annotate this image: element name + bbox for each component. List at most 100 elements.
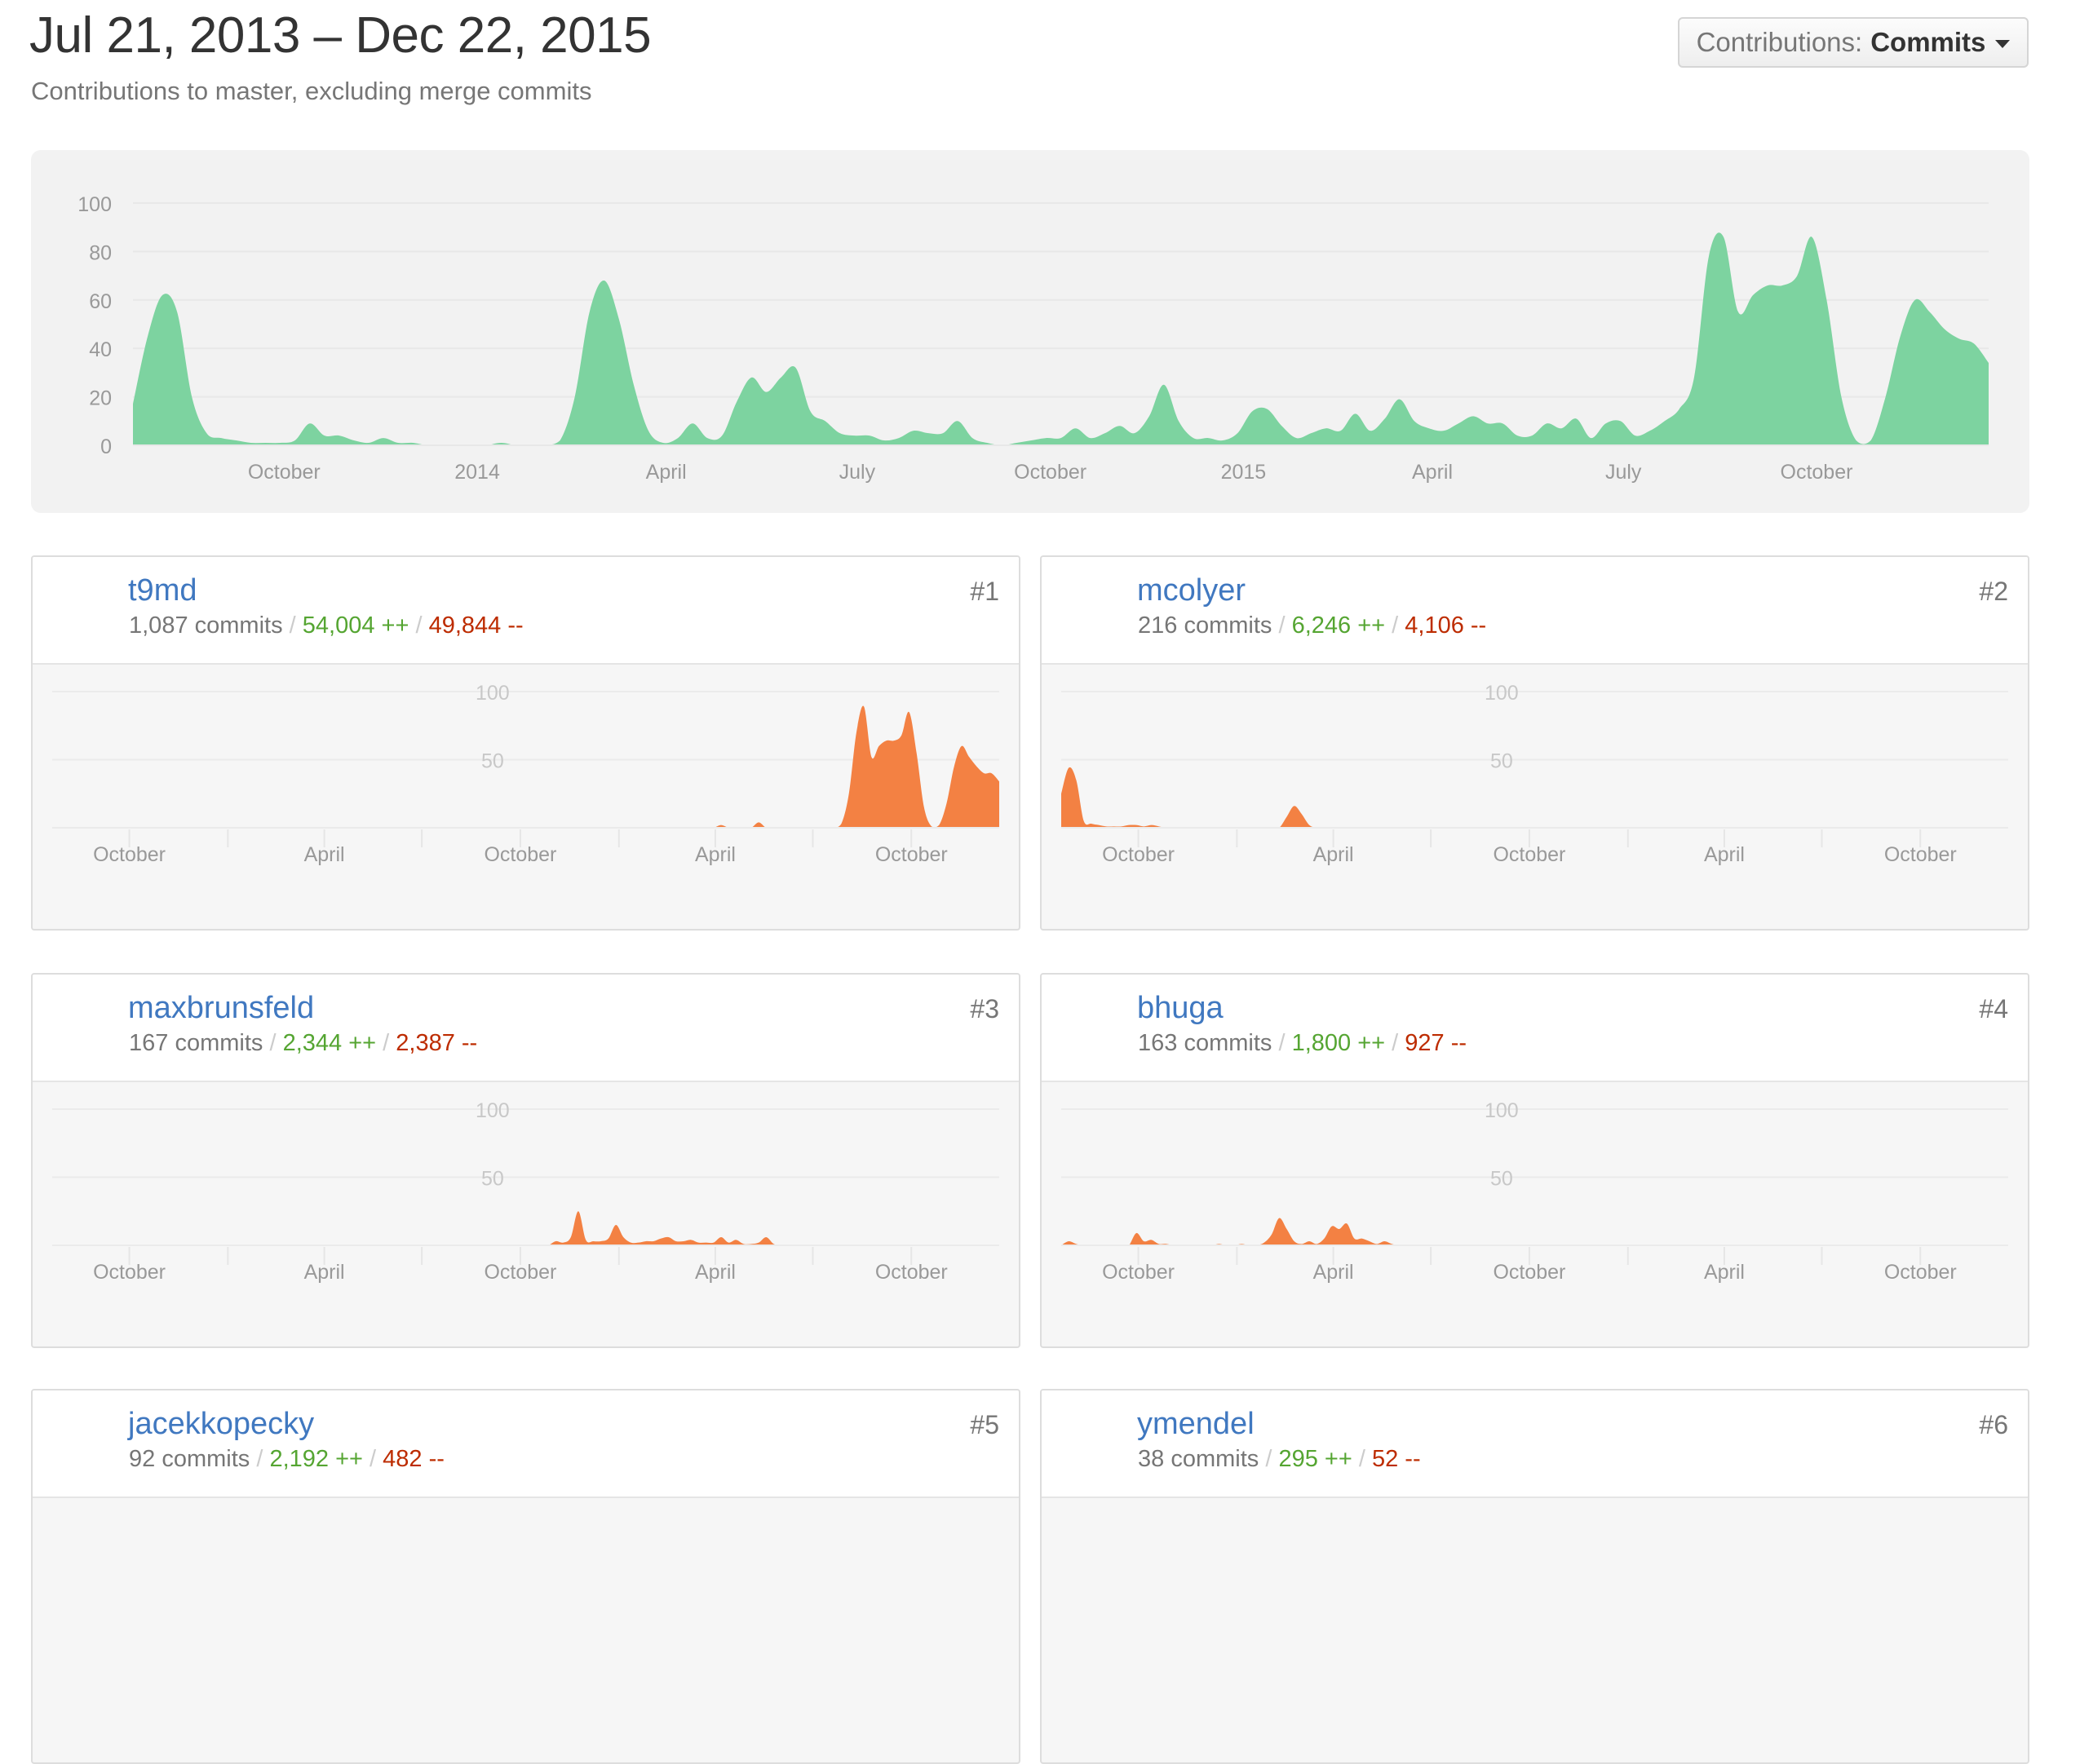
x-tick-label: April (1313, 843, 1354, 866)
separator: / (1392, 1030, 1399, 1056)
commits-area (1061, 767, 2008, 828)
avatar[interactable] (52, 995, 117, 1060)
contributor-username-link[interactable]: mcolyer (1137, 573, 1246, 608)
contributor-rank: #4 (1979, 994, 2008, 1023)
contributor-card: bhuga 163 commits / 1,800 ++ / 927 -- #4… (1040, 973, 2029, 1348)
x-tick-label: October (1102, 1261, 1175, 1284)
x-tick-label: October (93, 1261, 166, 1284)
x-tick-label: April (1412, 461, 1453, 484)
x-tick-label: April (695, 843, 736, 866)
y-tick-label: 60 (89, 290, 112, 313)
additions-count: 2,192 ++ (269, 1446, 363, 1472)
dropdown-label: Contributions: (1696, 27, 1863, 57)
contributor-username-link[interactable]: maxbrunsfeld (128, 991, 314, 1026)
contributor-card: mcolyer 216 commits / 6,246 ++ / 4,106 -… (1040, 555, 2029, 931)
contributor-header: mcolyer 216 commits / 6,246 ++ / 4,106 -… (1042, 557, 2028, 665)
additions-count: 2,344 ++ (282, 1030, 377, 1056)
contributor-card: maxbrunsfeld 167 commits / 2,344 ++ / 2,… (31, 973, 1020, 1348)
separator: / (415, 612, 423, 639)
avatar[interactable] (1061, 1411, 1126, 1476)
x-tick-label: April (1313, 1261, 1354, 1284)
x-tick-label: October (484, 843, 556, 866)
commit-count: 216 commits (1138, 612, 1272, 639)
deletions-count: 927 -- (1405, 1030, 1467, 1056)
deletions-count: 49,844 -- (428, 612, 524, 639)
separator: / (1392, 612, 1399, 639)
x-tick-label: October (248, 461, 321, 484)
additions-count: 6,246 ++ (1291, 612, 1386, 639)
contributor-stats: 163 commits / 1,800 ++ / 927 -- (1138, 1030, 1467, 1057)
x-tick-label: October (484, 1261, 556, 1284)
deletions-count: 2,387 -- (396, 1030, 478, 1056)
contributor-stats: 92 commits / 2,192 ++ / 482 -- (129, 1446, 445, 1473)
x-tick-label: April (646, 461, 687, 484)
contributor-header: t9md 1,087 commits / 54,004 ++ / 49,844 … (33, 557, 1019, 665)
page-title: Jul 21, 2013 – Dec 22, 2015 (29, 7, 652, 64)
contributor-chart-svg (1042, 1497, 2029, 1764)
dropdown-value: Commits (1870, 27, 1986, 57)
x-tick-label: October (1014, 461, 1086, 484)
contributor-chart-svg (33, 1497, 1020, 1764)
contributor-stats: 216 commits / 6,246 ++ / 4,106 -- (1138, 612, 1486, 639)
separator: / (1278, 1030, 1286, 1056)
commit-count: 163 commits (1138, 1030, 1272, 1056)
contributor-header: ymendel 38 commits / 295 ++ / 52 -- #6 (1042, 1390, 2028, 1498)
contributor-username-link[interactable]: t9md (128, 573, 197, 608)
contributor-username-link[interactable]: bhuga (1137, 991, 1224, 1026)
contributor-username-link[interactable]: jacekkopecky (128, 1407, 314, 1442)
y-tick-label: 100 (476, 1099, 510, 1122)
deletions-count: 52 -- (1371, 1446, 1421, 1472)
separator: / (289, 612, 296, 639)
contributor-card: jacekkopecky 92 commits / 2,192 ++ / 482… (31, 1389, 1020, 1764)
contributor-stats: 1,087 commits / 54,004 ++ / 49,844 -- (129, 612, 524, 639)
additions-count: 295 ++ (1278, 1446, 1352, 1472)
commit-count: 92 commits (129, 1446, 250, 1472)
contributor-card: ymendel 38 commits / 295 ++ / 52 -- #6 (1040, 1389, 2029, 1764)
avatar[interactable] (1061, 577, 1126, 643)
contributor-chart-svg: 50 100 October April October April October (1061, 682, 2008, 866)
y-tick-label: 100 (1485, 1099, 1519, 1122)
deletions-count: 482 -- (383, 1446, 445, 1472)
x-tick-label: October (1493, 1261, 1565, 1284)
page-subtitle: Contributions to master, excluding merge… (31, 77, 592, 105)
contributor-stats: 38 commits / 295 ++ / 52 -- (1138, 1446, 1421, 1473)
y-tick-label: 20 (89, 387, 112, 410)
contributor-header: maxbrunsfeld 167 commits / 2,344 ++ / 2,… (33, 975, 1019, 1082)
commit-count: 38 commits (1138, 1446, 1259, 1472)
overall-chart-svg: 0 20 40 60 80 100 October 2014 April July October 2… (77, 193, 1989, 484)
x-tick-label: October (1493, 843, 1565, 866)
x-tick-label: October (1102, 843, 1175, 866)
y-tick-label: 50 (1490, 1168, 1513, 1191)
y-tick-label: 40 (89, 338, 112, 361)
separator: / (1265, 1446, 1272, 1472)
contributor-chart-svg: 50 100 October April October April October (52, 1099, 999, 1284)
contributor-rank: #3 (970, 994, 999, 1023)
contributor-card: t9md 1,087 commits / 54,004 ++ / 49,844 … (31, 555, 1020, 931)
contributions-type-dropdown[interactable]: Contributions: Commits (1678, 17, 2029, 68)
avatar[interactable] (52, 1411, 117, 1476)
contributor-rank: #6 (1979, 1410, 2008, 1439)
contributor-chart-svg: 50 100 October April October April October (52, 682, 999, 866)
contributor-rank: #2 (1979, 577, 2008, 606)
y-tick-label: 100 (1485, 682, 1519, 705)
commits-area (133, 232, 1989, 445)
avatar[interactable] (1061, 995, 1126, 1060)
separator: / (383, 1030, 390, 1056)
separator: / (370, 1446, 377, 1472)
x-tick-label: April (695, 1261, 736, 1284)
separator: / (256, 1446, 263, 1472)
y-tick-label: 50 (1490, 750, 1513, 773)
x-tick-label: April (1704, 1261, 1745, 1284)
x-tick-label: July (1605, 461, 1642, 484)
y-tick-label: 50 (481, 1168, 504, 1191)
contributor-header: jacekkopecky 92 commits / 2,192 ++ / 482… (33, 1390, 1019, 1498)
separator: / (1278, 612, 1286, 639)
commits-area (52, 705, 999, 828)
contributor-header: bhuga 163 commits / 1,800 ++ / 927 -- #4 (1042, 975, 2028, 1082)
contributor-username-link[interactable]: ymendel (1137, 1407, 1255, 1442)
x-tick-label: October (1781, 461, 1853, 484)
x-tick-label: 2015 (1221, 461, 1267, 484)
avatar[interactable] (52, 577, 117, 643)
y-tick-label: 100 (77, 193, 112, 216)
contributor-rank: #5 (970, 1410, 999, 1439)
